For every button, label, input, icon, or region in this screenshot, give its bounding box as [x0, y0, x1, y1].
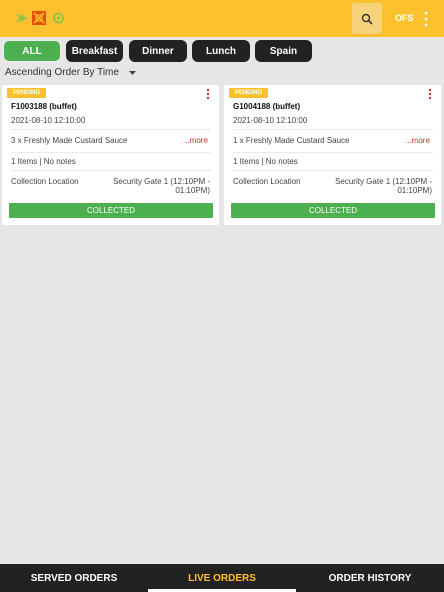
bottom-navigation: SERVED ORDERS LIVE ORDERS ORDER HISTORY: [0, 564, 444, 592]
collection-location-value: Security Gate 1 (12:10PM - 01:10PM): [335, 177, 432, 195]
crest-logo-icon: [32, 11, 46, 25]
order-datetime: 2021-08-10 12:10:00: [11, 116, 86, 125]
top-app-bar: OFS: [0, 0, 444, 37]
ofs-label[interactable]: OFS: [395, 13, 414, 23]
divider: [11, 129, 211, 130]
status-badge: PENDING: [7, 88, 46, 98]
filter-chip-spain[interactable]: Spain: [255, 40, 312, 62]
dropdown-arrow-icon[interactable]: [129, 71, 136, 75]
order-id: F1003188 (buffet): [11, 102, 77, 111]
more-link[interactable]: ...more: [405, 136, 430, 145]
search-icon: [361, 13, 373, 25]
divider: [11, 152, 211, 153]
collected-button[interactable]: COLLECTED: [231, 203, 435, 218]
overflow-menu-icon[interactable]: [422, 10, 430, 28]
sun-logo-icon: [16, 13, 27, 23]
order-item: 1 x Freshly Made Custard Sauce: [233, 136, 350, 145]
card-menu-icon[interactable]: [205, 88, 211, 100]
leaf-logo-icon: [53, 12, 64, 24]
order-item: 3 x Freshly Made Custard Sauce: [11, 136, 128, 145]
divider: [233, 170, 433, 171]
collection-location-label: Collection Location: [11, 177, 79, 186]
divider: [233, 152, 433, 153]
order-summary: 1 Items | No notes: [11, 157, 76, 166]
collected-button[interactable]: COLLECTED: [9, 203, 213, 218]
filter-chip-all[interactable]: ALL: [3, 40, 61, 62]
divider: [233, 129, 433, 130]
card-menu-icon[interactable]: [427, 88, 433, 100]
meal-filter-bar: ALL Breakfast Dinner Lunch Spain: [0, 40, 444, 62]
tab-live-orders[interactable]: LIVE ORDERS: [148, 564, 296, 592]
collection-location-value: Security Gate 1 (12:10PM - 01:10PM): [113, 177, 210, 195]
tab-order-history[interactable]: ORDER HISTORY: [296, 564, 444, 592]
order-card: PENDING G1004188 (buffet) 2021-08-10 12:…: [224, 85, 441, 225]
status-badge: PENDING: [229, 88, 268, 98]
filter-chip-breakfast[interactable]: Breakfast: [66, 40, 123, 62]
divider: [11, 170, 211, 171]
search-button[interactable]: [352, 3, 382, 34]
collection-location-label: Collection Location: [233, 177, 301, 186]
filter-chip-dinner[interactable]: Dinner: [129, 40, 187, 62]
order-card: PENDING F1003188 (buffet) 2021-08-10 12:…: [2, 85, 219, 225]
more-link[interactable]: ...more: [183, 136, 208, 145]
filter-chip-lunch[interactable]: Lunch: [192, 40, 250, 62]
order-id: G1004188 (buffet): [233, 102, 301, 111]
tab-served-orders[interactable]: SERVED ORDERS: [0, 564, 148, 592]
order-datetime: 2021-08-10 12:10:00: [233, 116, 308, 125]
order-summary: 1 Items | No notes: [233, 157, 298, 166]
sort-dropdown[interactable]: Ascending Order By Time: [5, 67, 141, 79]
